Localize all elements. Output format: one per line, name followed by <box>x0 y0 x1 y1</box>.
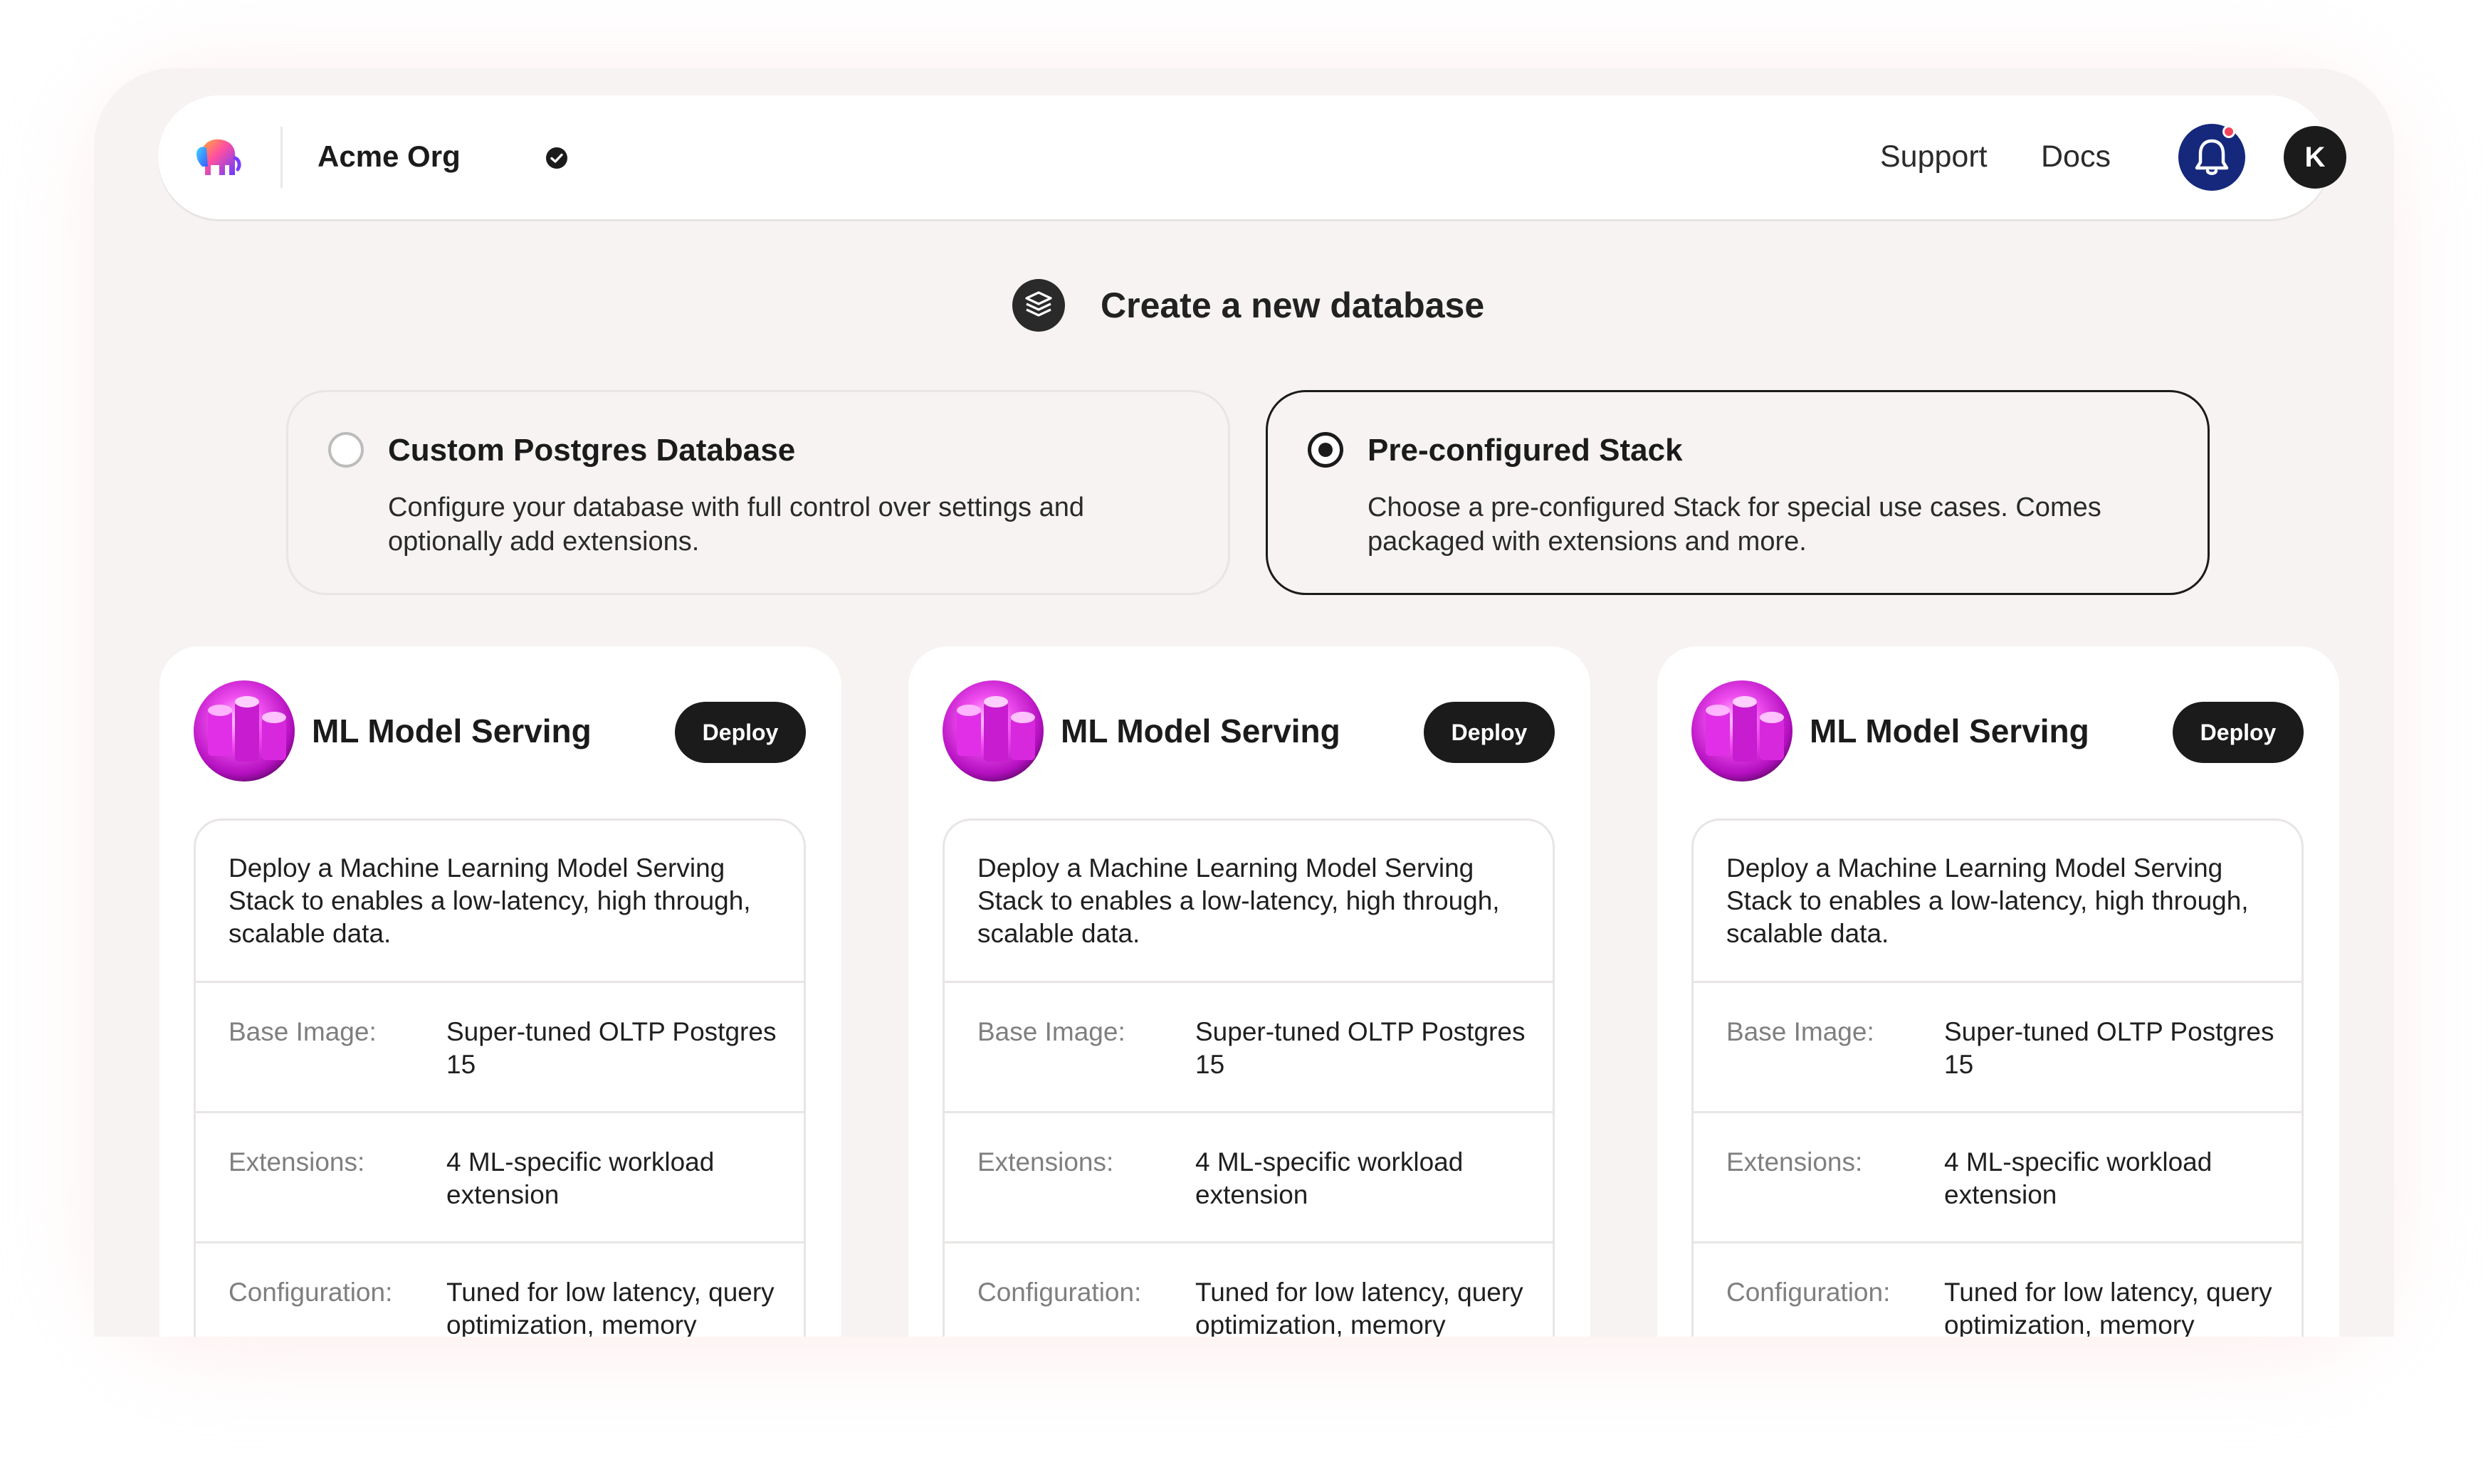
detail-label: Extensions: <box>1726 1147 1863 1177</box>
stack-title: ML Model Serving <box>1061 712 1340 749</box>
nav-support-link[interactable]: Support <box>1880 135 1988 178</box>
detail-label: Extensions: <box>229 1147 365 1177</box>
option-description: Configure your database with full contro… <box>388 493 1084 557</box>
detail-row-extensions: Extensions: 4 ML-specific workload exten… <box>945 1113 1553 1243</box>
detail-row-base-image: Base Image: Super-tuned OLTP Postgres 15 <box>1694 983 2301 1113</box>
stack-details: Deploy a Machine Learning Model Serving … <box>1691 819 2304 1337</box>
stack-details: Deploy a Machine Learning Model Serving … <box>194 819 806 1337</box>
stack-thumbnail <box>943 680 1044 782</box>
detail-label: Base Image: <box>229 1017 377 1046</box>
org-name[interactable]: Acme Org <box>317 135 461 178</box>
option-title: Pre-configured Stack <box>1368 433 1683 468</box>
stack-title: ML Model Serving <box>312 712 592 749</box>
stack-thumbnail <box>194 680 295 782</box>
detail-value: Super-tuned OLTP Postgres 15 <box>1944 1017 2274 1079</box>
detail-row-configuration: Configuration: Tuned for low latency, qu… <box>1694 1243 2301 1337</box>
detail-row-base-image: Base Image: Super-tuned OLTP Postgres 15 <box>945 983 1553 1113</box>
detail-value: Tuned for low latency, query optimizatio… <box>446 1278 775 1337</box>
detail-value: 4 ML-specific workload extension <box>446 1147 715 1209</box>
detail-row-configuration: Configuration: Tuned for low latency, qu… <box>196 1243 804 1337</box>
option-title: Custom Postgres Database <box>388 433 796 468</box>
stack-details: Deploy a Machine Learning Model Serving … <box>943 819 1555 1337</box>
stack-card: ML Model Serving Deploy Deploy a Machine… <box>159 646 841 1337</box>
detail-row-configuration: Configuration: Tuned for low latency, qu… <box>945 1243 1553 1337</box>
detail-row-base-image: Base Image: Super-tuned OLTP Postgres 15 <box>196 983 804 1113</box>
deploy-button[interactable]: Deploy <box>2173 702 2304 763</box>
stack-card: ML Model Serving Deploy Deploy a Machine… <box>1657 646 2339 1337</box>
detail-label: Base Image: <box>1726 1017 1874 1046</box>
detail-value: 4 ML-specific workload extension <box>1944 1147 2213 1209</box>
detail-label: Configuration: <box>229 1278 393 1307</box>
detail-label: Configuration: <box>977 1278 1142 1307</box>
stack-thumbnail <box>1691 680 1792 782</box>
detail-label: Configuration: <box>1726 1278 1891 1307</box>
stack-card: ML Model Serving Deploy Deploy a Machine… <box>908 646 1590 1337</box>
notifications-button[interactable] <box>2178 124 2245 191</box>
detail-label: Extensions: <box>977 1147 1114 1177</box>
stack-description: Deploy a Machine Learning Model Serving … <box>945 821 1553 983</box>
option-custom-postgres[interactable]: Custom Postgres Database Configure your … <box>286 390 1230 595</box>
stack-title: ML Model Serving <box>1810 712 2089 749</box>
radio-preconfigured-stack[interactable] <box>1308 432 1343 468</box>
deploy-button[interactable]: Deploy <box>1424 702 1555 763</box>
option-description: Choose a pre-configured Stack for specia… <box>1368 493 2101 557</box>
stack-layers-icon <box>1012 279 1065 332</box>
page-title: Create a new database <box>1101 285 1485 325</box>
detail-value: Super-tuned OLTP Postgres 15 <box>1195 1017 1526 1079</box>
nav-docs-link[interactable]: Docs <box>2041 135 2111 178</box>
detail-value: Tuned for low latency, query optimizatio… <box>1944 1278 2272 1337</box>
radio-custom-postgres[interactable] <box>328 432 364 468</box>
elephant-logo-icon[interactable] <box>194 132 243 182</box>
deploy-button[interactable]: Deploy <box>675 702 806 763</box>
check-badge-icon <box>546 147 567 169</box>
user-avatar[interactable]: K <box>2284 126 2346 189</box>
detail-row-extensions: Extensions: 4 ML-specific workload exten… <box>196 1113 804 1243</box>
stack-description: Deploy a Machine Learning Model Serving … <box>1694 821 2301 983</box>
app-window: Acme Org Support Docs K Create a new dat… <box>94 68 2394 1337</box>
top-navigation-bar: Acme Org Support Docs K <box>158 95 2346 219</box>
option-preconfigured-stack[interactable]: Pre-configured Stack Choose a pre-config… <box>1266 390 2210 595</box>
detail-value: 4 ML-specific workload extension <box>1195 1147 1464 1209</box>
detail-row-extensions: Extensions: 4 ML-specific workload exten… <box>1694 1113 2301 1243</box>
bell-icon <box>2195 139 2229 175</box>
header-divider <box>280 127 283 188</box>
stack-description: Deploy a Machine Learning Model Serving … <box>196 821 804 983</box>
detail-value: Tuned for low latency, query optimizatio… <box>1195 1278 1523 1337</box>
notification-dot <box>2222 125 2235 138</box>
detail-value: Super-tuned OLTP Postgres 15 <box>446 1017 777 1079</box>
detail-label: Base Image: <box>977 1017 1125 1046</box>
